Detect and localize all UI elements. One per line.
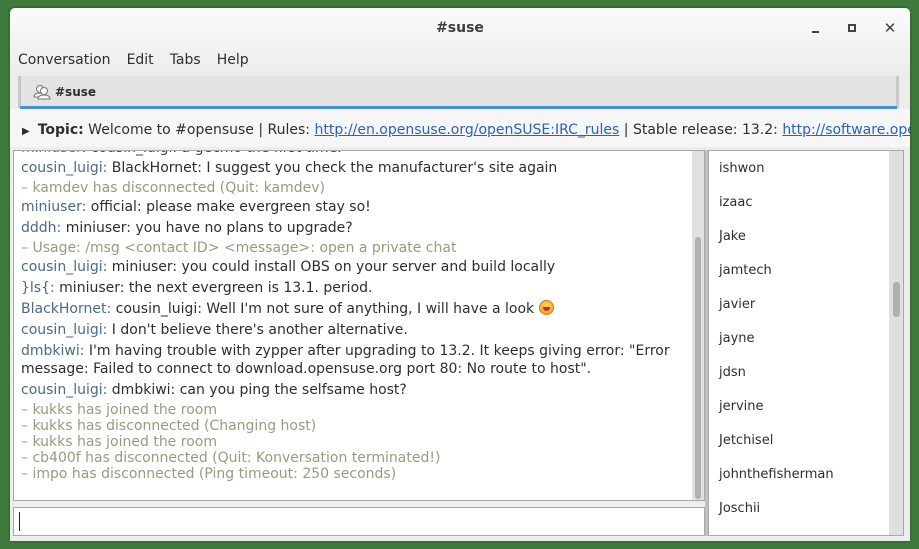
nick-list-item[interactable]: javier [719,297,755,312]
nicklist-scrollbar-thumb[interactable] [893,282,900,317]
message-text: I'm having trouble with zypper after upg… [21,343,670,377]
menu-tabs[interactable]: Tabs [170,52,209,72]
menu-edit[interactable]: Edit [127,52,162,72]
chat-message: dddh: miniuser: you have no plans to upg… [21,219,686,237]
topic: ▶ Topic: Welcome to #opensuse | Rules: ht… [22,122,910,138]
chat-scrollbar-thumb[interactable] [695,237,701,499]
topic-text-2: | Stable release: 13.2: [619,122,783,138]
nick-list-item[interactable]: jervine [719,399,764,414]
nick-list-item[interactable]: Jake [719,229,746,244]
system-text: – impo has disconnected (Ping timeout: 2… [21,466,397,482]
chat-message: }ls{: miniuser: the next evergreen is 13… [21,279,686,297]
message-nick[interactable]: dddh [21,220,57,236]
nick-separator: : [106,301,116,317]
message-nick[interactable]: }ls{ [21,280,50,296]
nick-separator: : [56,220,66,236]
message-text: miniuser: you could install OBS on your … [111,259,556,275]
nick-list-item[interactable]: jayne [719,331,755,346]
message-nick[interactable]: miniuser [21,199,82,215]
message-text: BlackHornet: I suggest you check the man… [111,160,558,176]
topic-text-1: Welcome to #opensuse | Rules: [83,122,315,138]
topic-link-rules[interactable]: http://en.opensuse.org/openSUSE:IRC_rule… [314,122,619,138]
nick-separator: : [102,322,112,338]
message-text: miniuser: you have no plans to upgrade? [65,220,353,236]
maximize-button[interactable] [842,18,862,38]
chat-log[interactable]: miniuser: cousin_luigi: a gecmo the firs… [13,150,705,501]
group-chat-icon [33,85,51,100]
nick-separator: : [102,259,112,275]
system-message: – kukks has joined the room [21,434,686,450]
message-text: dmbkiwi: can you ping the selfsame host? [111,382,407,398]
nick-separator: : [50,280,60,296]
message-partial: miniuser: cousin_luigi: a gecmo the firs… [21,151,686,156]
nick-separator: : [102,382,112,398]
expand-topic-icon[interactable]: ▶ [22,126,30,137]
close-icon: ✕ [883,19,897,37]
text-cursor [19,512,20,531]
topic-link-software[interactable]: http://software.opensu... [782,122,910,138]
nick-list-item[interactable]: jamtech [719,263,772,278]
message-nick[interactable]: BlackHornet [21,301,106,317]
system-message: – kukks has joined the room [21,402,686,418]
chat-message: cousin_luigi: miniuser: you could instal… [21,258,686,276]
system-text: – kamdev has disconnected (Quit: kamdev) [21,180,326,196]
message-nick[interactable]: cousin_luigi [21,322,103,338]
minimize-button[interactable] [805,18,825,38]
nicklist-scrollbar[interactable] [889,151,903,535]
topic-bar: ▶ Topic: Welcome to #opensuse | Rules: ht… [10,109,910,147]
menu-help[interactable]: Help [217,52,257,72]
system-text: – kukks has joined the room [21,434,217,450]
system-text: – Usage: /msg <contact ID> <message>: op… [21,240,457,256]
nick-list-item[interactable]: johnthefisherman [719,467,834,482]
window-title: #suse [436,20,484,36]
chat-message: miniuser: official: please make evergree… [21,198,686,216]
chat-message: cousin_luigi: BlackHornet: I suggest you… [21,159,686,177]
message-input[interactable] [13,507,705,536]
system-message: – impo has disconnected (Ping timeout: 2… [21,466,686,482]
system-text: – cb400f has disconnected (Quit: Konvers… [21,450,441,466]
nick-list-item[interactable]: Joschii [719,501,760,516]
nick-separator: : [79,343,89,359]
nick-list[interactable]: ishwon izaac Jake jamtech javier jayne jdsn jer… [708,150,904,536]
menu-conversation[interactable]: Conversation [18,52,119,72]
tab-suse[interactable]: #suse [33,82,96,102]
chat-message: dmbkiwi: I'm having trouble with zypper … [21,342,686,378]
message-text: I don't believe there's another alternat… [111,322,408,338]
chat-scrollbar[interactable] [692,151,704,500]
message-nick[interactable]: dmbkiwi [21,343,80,359]
chat-messages: miniuser: cousin_luigi: a gecmo the firs… [21,151,686,482]
message-text: cousin_luigi: Well I'm not sure of anyth… [115,301,535,317]
tab-bar: #suse [18,76,899,108]
nick-list-item[interactable]: izaac [719,195,753,210]
menu-bar: Conversation Edit Tabs Help [18,52,265,72]
topic-label: Topic: [37,122,84,138]
message-text: miniuser: the next evergreen is 13.1. pe… [59,280,373,296]
chat-message: cousin_luigi: I don't believe there's an… [21,321,686,339]
chat-message: cousin_luigi: dmbkiwi: can you ping the … [21,381,686,399]
message-nick[interactable]: cousin_luigi [21,382,103,398]
close-button[interactable]: ✕ [880,18,900,38]
nick-list-item[interactable]: Jetchisel [719,433,773,448]
app-window: #suse ✕ Conversation Edit Tabs Help #sus… [10,8,910,541]
message-nick[interactable]: cousin_luigi [21,160,103,176]
system-message: – kukks has disconnected (Changing host) [21,418,686,434]
message-nick[interactable]: cousin_luigi [21,259,103,275]
system-text: – kukks has disconnected (Changing host) [21,418,317,434]
system-message: – kamdev has disconnected (Quit: kamdev) [21,180,686,196]
system-text: – kukks has joined the room [21,402,217,418]
system-message: – cb400f has disconnected (Quit: Konvers… [21,450,686,466]
nick-separator: : [81,199,91,215]
system-message: – Usage: /msg <contact ID> <message>: op… [21,240,686,256]
message-text: official: please make evergreen stay so! [90,199,371,215]
nick-separator: : [102,160,112,176]
maximize-icon [848,24,856,32]
minimize-icon [811,31,819,33]
chat-message: BlackHornet: cousin_luigi: Well I'm not … [21,300,686,318]
tab-label: #suse [55,85,97,99]
nick-list-item[interactable]: jdsn [719,365,746,380]
laughing-emoji-icon [538,300,554,315]
nick-list-item[interactable]: ishwon [719,161,764,176]
